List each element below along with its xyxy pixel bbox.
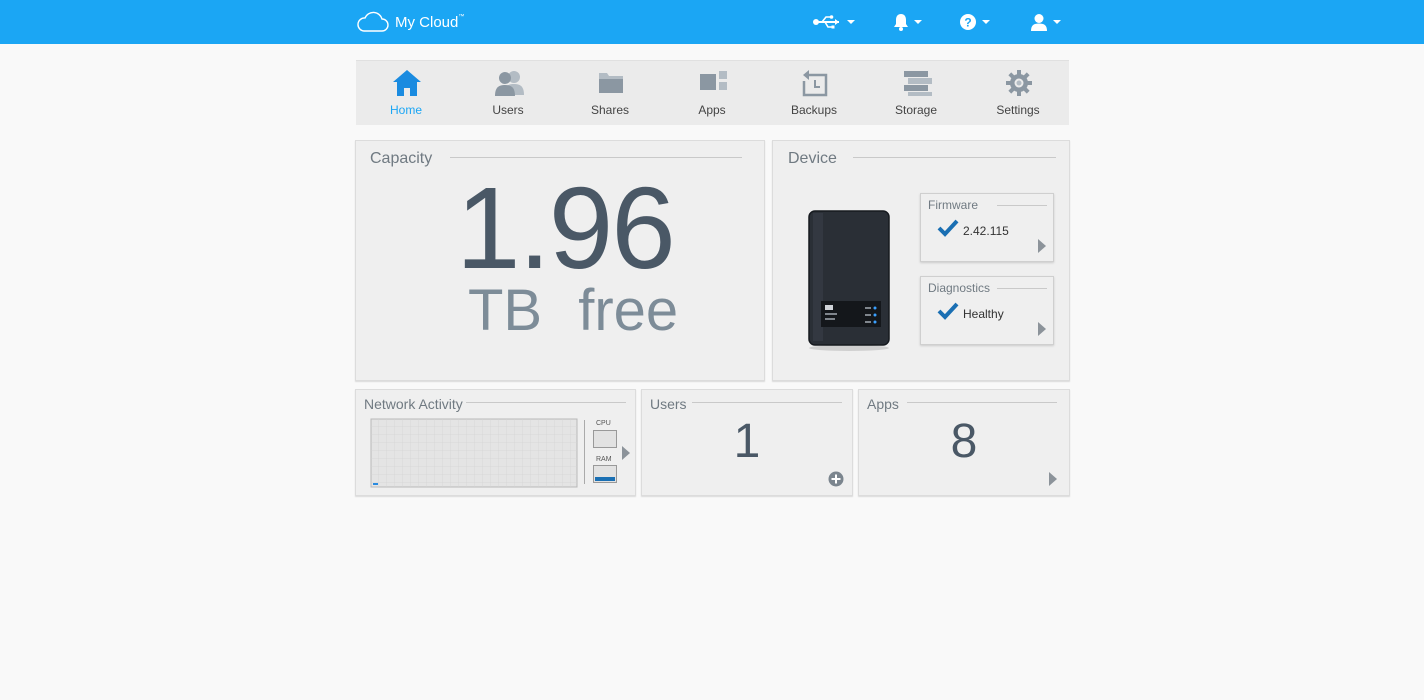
arrow-right-icon: [1038, 322, 1046, 336]
ram-meter: [593, 465, 617, 483]
usb-menu-button[interactable]: [812, 10, 855, 34]
chevron-down-icon: [914, 20, 922, 24]
device-panel: Device Firmware 2.42.115 Diagnostics Hea…: [772, 140, 1070, 381]
divider: [997, 205, 1047, 206]
svg-text:?: ?: [964, 16, 971, 30]
diagnostics-status: Healthy: [963, 307, 1004, 321]
users-count: 1: [733, 415, 761, 468]
nav-label: Shares: [590, 103, 630, 117]
chevron-down-icon: [847, 20, 855, 24]
network-graph: [370, 418, 578, 488]
apps-count: 8: [950, 415, 978, 468]
diagnostics-title: Diagnostics: [928, 281, 991, 295]
nas-device-image: [808, 210, 890, 351]
chevron-down-icon: [982, 20, 990, 24]
arrow-right-icon: [1038, 239, 1046, 253]
cpu-meter: [593, 430, 617, 448]
arrow-right-icon: [1049, 472, 1057, 486]
arrow-right-icon: [622, 446, 630, 460]
divider: [692, 402, 842, 403]
nav-backups[interactable]: Backups: [764, 61, 864, 125]
users-panel[interactable]: Users 1: [641, 389, 853, 496]
divider: [584, 420, 585, 484]
capacity-value: 1.96: [456, 163, 676, 293]
nav-home[interactable]: Home: [356, 61, 456, 125]
chevron-down-icon: [1053, 20, 1061, 24]
backup-icon: [802, 70, 828, 97]
network-activity-panel[interactable]: Network Activity CPU RAM: [355, 389, 636, 496]
checkmark-icon: [937, 302, 959, 320]
capacity-panel[interactable]: Capacity 1.96 TB free: [355, 140, 765, 381]
user-icon: [1031, 14, 1047, 31]
add-user-icon[interactable]: [828, 471, 844, 487]
brand-logo[interactable]: My Cloud™: [356, 11, 464, 33]
top-bar: My Cloud™ ?: [0, 0, 1424, 44]
cpu-label: CPU: [596, 420, 611, 427]
main-nav: Home Users Shares Apps Backups Storage S…: [356, 60, 1069, 125]
divider: [853, 157, 1056, 158]
apps-icon: [700, 71, 727, 90]
firmware-card[interactable]: Firmware 2.42.115: [920, 193, 1054, 262]
nav-users[interactable]: Users: [458, 61, 558, 125]
device-title: Device: [788, 150, 837, 167]
firmware-title: Firmware: [928, 198, 978, 212]
nav-label: Home: [389, 103, 422, 117]
storage-icon: [904, 71, 932, 96]
help-menu-button[interactable]: ?: [959, 10, 990, 34]
firmware-version: 2.42.115: [963, 224, 1009, 238]
capacity-title: Capacity: [370, 150, 433, 167]
nav-shares[interactable]: Shares: [560, 61, 660, 125]
nav-storage[interactable]: Storage: [866, 61, 966, 125]
usb-icon: [813, 15, 839, 29]
brand-name: My Cloud™: [395, 13, 465, 31]
checkmark-icon: [937, 219, 959, 237]
users-title: Users: [650, 396, 687, 412]
gear-icon: [1006, 70, 1032, 96]
user-menu-button[interactable]: [1030, 10, 1061, 34]
network-title: Network Activity: [364, 396, 463, 412]
help-icon: ?: [960, 14, 976, 30]
apps-title: Apps: [867, 396, 899, 412]
users-icon: [495, 71, 524, 96]
nav-label: Settings: [996, 103, 1040, 117]
bell-icon: [894, 14, 908, 31]
divider: [997, 288, 1047, 289]
nav-label: Storage: [894, 103, 938, 117]
nav-settings[interactable]: Settings: [968, 61, 1068, 125]
home-icon: [393, 70, 421, 96]
folder-icon: [599, 73, 623, 93]
apps-panel[interactable]: Apps 8: [858, 389, 1070, 496]
nav-label: Users: [492, 103, 524, 117]
cloud-icon: [357, 11, 389, 32]
divider: [450, 157, 742, 158]
capacity-unit: TB free: [468, 278, 679, 343]
nav-label: Apps: [698, 103, 726, 117]
ram-label: RAM: [596, 456, 612, 463]
notifications-button[interactable]: [893, 10, 922, 34]
nav-apps[interactable]: Apps: [662, 61, 762, 125]
nav-label: Backups: [790, 103, 838, 117]
divider: [466, 402, 626, 403]
diagnostics-card[interactable]: Diagnostics Healthy: [920, 276, 1054, 345]
divider: [907, 402, 1057, 403]
